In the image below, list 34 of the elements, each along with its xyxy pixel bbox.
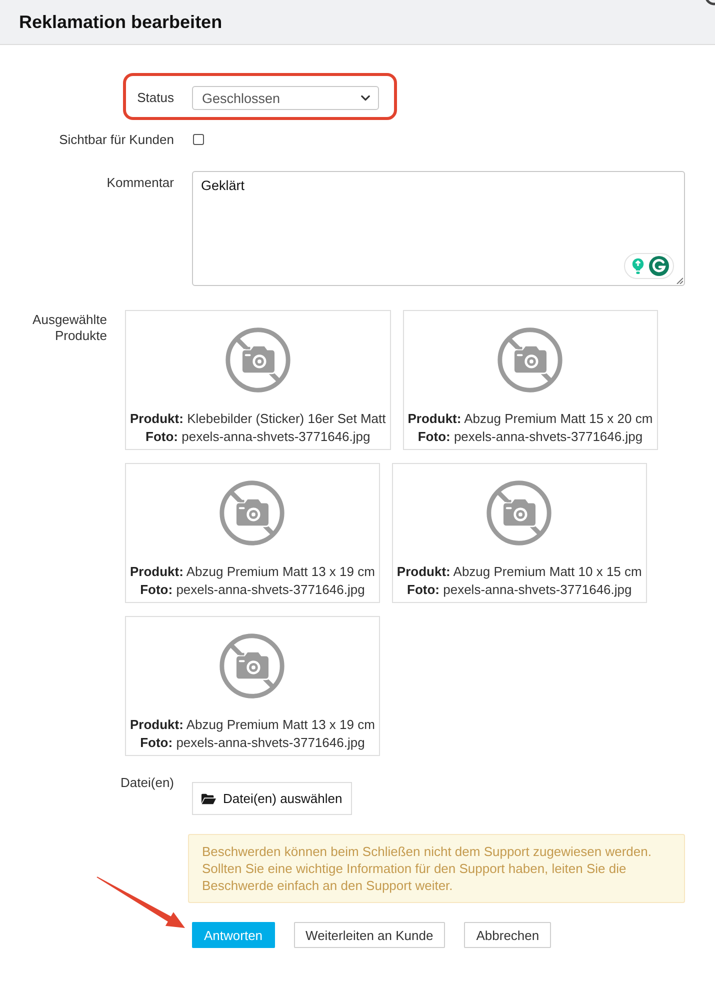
- no-photo-icon: [486, 480, 552, 546]
- product-text: Produkt: Abzug Premium Matt 13 x 19 cm: [130, 716, 375, 734]
- resize-grip-icon[interactable]: [676, 277, 683, 284]
- product-text: Produkt: Abzug Premium Matt 13 x 19 cm: [130, 563, 375, 581]
- comment-field[interactable]: Geklärt: [192, 171, 685, 286]
- product-text: Produkt: Abzug Premium Matt 10 x 15 cm: [396, 563, 642, 581]
- field-label: Ausgewählte Produkte: [32, 312, 107, 344]
- no-photo-icon: [224, 327, 291, 393]
- product-text: Produkt: Abzug Premium Matt 15 x 20 cm: [408, 410, 653, 428]
- field-label: Kommentar: [106, 175, 174, 191]
- no-photo-icon: [219, 633, 286, 699]
- action-button[interactable]: Weiterleiten an Kunde: [294, 922, 446, 948]
- photo-text: Foto: pexels-anna-shvets-3771646.jpg: [407, 581, 632, 599]
- photo-text: Foto: pexels-anna-shvets-3771646.jpg: [140, 734, 365, 752]
- photo-text: Foto: pexels-anna-shvets-3771646.jpg: [146, 428, 370, 446]
- g-circle-icon: [648, 256, 668, 276]
- photo-text: Foto: pexels-anna-shvets-3771646.jpg: [140, 581, 365, 599]
- field-label: Status: [137, 89, 174, 107]
- lightbulb-icon: [632, 258, 644, 274]
- writing-assistant-widget[interactable]: [624, 253, 674, 279]
- product-text: Produkt: Klebebilder (Sticker) 16er Set Matt: [130, 410, 386, 428]
- action-button[interactable]: Abbrechen: [464, 922, 552, 948]
- status-select[interactable]: Geschlossen: [192, 86, 379, 110]
- chevron-down-icon: [361, 95, 370, 101]
- checkbox[interactable]: [193, 134, 204, 145]
- warning-notice: Beschwerden können beim Schließen nicht dem Support zugewiesen werden. Sollten Sie eine wichtige Information für den Support haben, leiten Sie die Beschwerde einfach an den Support weiter.: [188, 834, 685, 903]
- no-photo-icon: [497, 327, 564, 393]
- photo-text: Foto: pexels-anna-shvets-3771646.jpg: [418, 428, 643, 446]
- folder-icon: [201, 792, 216, 804]
- dialog-title: Reklamation bearbeiten: [19, 11, 222, 33]
- field-label: Datei(en): [120, 775, 174, 791]
- field-label: Sichtbar für Kunden: [59, 132, 174, 148]
- no-photo-icon: [219, 480, 286, 546]
- file-select-button[interactable]: Datei(en) auswählen: [192, 782, 352, 815]
